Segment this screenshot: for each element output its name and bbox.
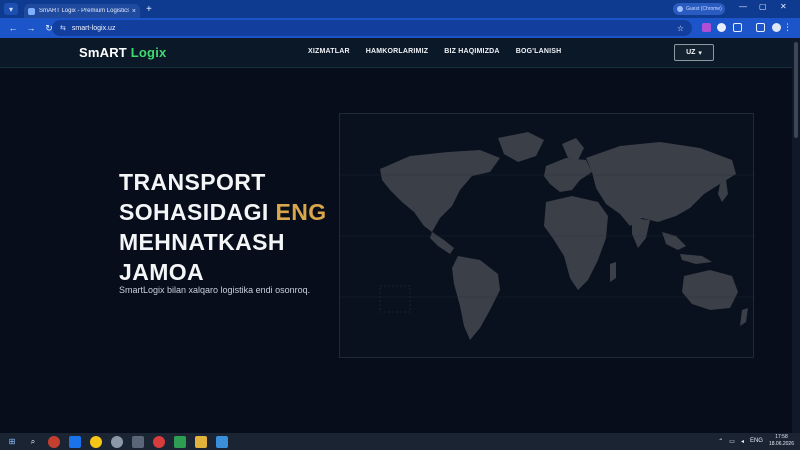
url-text[interactable]: smart-logix.uz: [72, 25, 116, 32]
nav-link-contact[interactable]: BOG'LANISH: [516, 48, 562, 55]
tab-title: SmART Logix - Premium Logistics: [39, 8, 129, 14]
app-icon-7[interactable]: [174, 435, 186, 448]
tray-network-icon[interactable]: ▭: [729, 438, 735, 445]
page-scrollbar[interactable]: [792, 38, 800, 433]
clock-date: 18.06.2026: [768, 441, 794, 447]
cast-icon[interactable]: [756, 23, 765, 32]
minimize-button[interactable]: —: [739, 2, 747, 11]
logo-part-1: SmART: [79, 45, 127, 60]
back-button[interactable]: ←: [8, 23, 18, 33]
world-map-panel: [339, 113, 755, 358]
tab-list-button[interactable]: ▾: [4, 3, 18, 15]
os-taskbar: ⊞ ⌕ ⌃ ▭ ◂ ENG 17:58 18.06.2026: [0, 433, 800, 450]
hero-title-line-2a: SOHASIDAGI: [119, 199, 276, 225]
nav-link-services[interactable]: XIZMATLAR: [308, 48, 350, 55]
profile-avatar-icon[interactable]: [772, 23, 781, 32]
browser-menu-icon[interactable]: ⋮: [783, 22, 792, 33]
app-icon-6[interactable]: [153, 435, 165, 448]
tray-clock[interactable]: 17:58 18.06.2026: [769, 434, 794, 448]
site-logo[interactable]: SmART Logix: [79, 45, 166, 60]
tab-favicon-icon: [28, 7, 35, 15]
logo-part-2: Logix: [130, 45, 167, 60]
chrome-taskbar-icon[interactable]: [132, 435, 144, 448]
web-page: SmART Logix XIZMATLAR HAMKORLARIMIZ BIZ …: [0, 38, 792, 433]
hero-subtitle: SmartLogix bilan xalqaro logistika endi …: [119, 285, 311, 295]
new-tab-button[interactable]: +: [146, 4, 152, 15]
browser-tab-active[interactable]: SmART Logix - Premium Logistics ×: [24, 4, 140, 18]
app-icon-9[interactable]: [216, 435, 228, 448]
world-map-illustration: [340, 132, 755, 340]
nav-link-about[interactable]: BIZ HAQIMIZDA: [444, 48, 499, 55]
app-icon-1[interactable]: [48, 435, 60, 448]
hero-title-highlight: ENG: [275, 199, 327, 225]
site-header: SmART Logix XIZMATLAR HAMKORLARIMIZ BIZ …: [0, 38, 792, 68]
profile-label: Guest (Chrome): [686, 6, 722, 12]
browser-toolbar: ← → ↻ ⇆ smart-logix.uz ☆ ⋮: [0, 18, 800, 38]
outlook-icon[interactable]: [69, 435, 81, 448]
system-tray: ⌃ ▭ ◂ ENG 17:58 18.06.2026: [718, 434, 794, 448]
address-bar[interactable]: ⇆ smart-logix.uz ☆: [52, 20, 692, 36]
app-icon-yandex[interactable]: [90, 435, 102, 448]
bookmark-star-icon[interactable]: ☆: [677, 24, 684, 33]
chevron-down-icon: ▾: [698, 49, 702, 57]
main-nav: XIZMATLAR HAMKORLARIMIZ BIZ HAQIMIZDA BO…: [308, 48, 561, 55]
maximize-button[interactable]: ▢: [759, 2, 767, 11]
extension-shield-icon[interactable]: [717, 23, 726, 32]
hero-title: TRANSPORT SOHASIDAGI ENG MEHNATKASH JAMO…: [119, 167, 327, 287]
extensions-puzzle-icon[interactable]: [733, 23, 742, 32]
forward-button[interactable]: →: [26, 23, 36, 33]
tray-arrow-icon[interactable]: ⌃: [718, 438, 723, 445]
language-selector-button[interactable]: UZ ▾: [674, 44, 714, 61]
browser-tab-bar: ▾ SmART Logix - Premium Logistics × + Gu…: [0, 0, 800, 18]
scrollbar-thumb[interactable]: [794, 42, 798, 138]
tab-close-icon[interactable]: ×: [132, 8, 136, 15]
clock-time: 17:58: [775, 434, 788, 440]
language-label: UZ: [686, 49, 696, 56]
app-icon-4[interactable]: [111, 435, 123, 448]
tray-language[interactable]: ENG: [750, 438, 763, 444]
hero-title-line-4: JAMOA: [119, 259, 205, 285]
profile-icon: [677, 6, 683, 12]
extension-icon-1[interactable]: [702, 23, 711, 32]
file-explorer-icon[interactable]: [195, 435, 207, 448]
hero-title-line-3: MEHNATKASH: [119, 229, 285, 255]
search-icon[interactable]: ⌕: [27, 436, 39, 448]
windows-start-icon[interactable]: ⊞: [6, 436, 18, 448]
close-window-button[interactable]: ✕: [780, 2, 787, 11]
nav-link-partners[interactable]: HAMKORLARIMIZ: [366, 48, 428, 55]
hero-title-line-1: TRANSPORT: [119, 169, 266, 195]
site-info-icon[interactable]: ⇆: [60, 24, 66, 32]
tray-volume-icon[interactable]: ◂: [741, 438, 744, 445]
profile-pill[interactable]: Guest (Chrome): [673, 3, 725, 15]
